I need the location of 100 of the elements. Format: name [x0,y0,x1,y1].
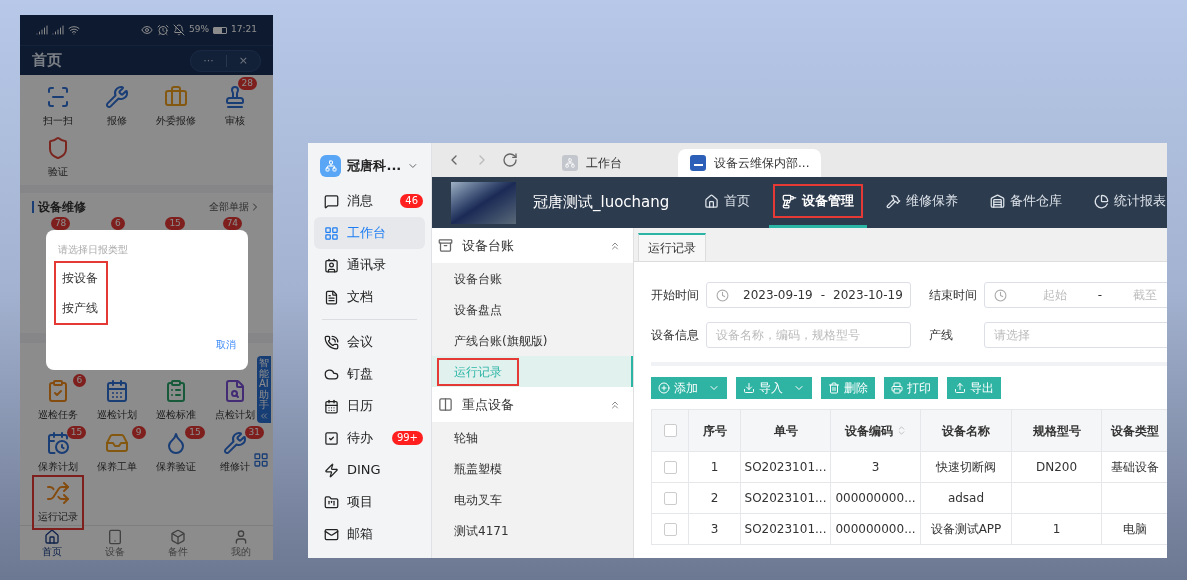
browser-tab[interactable]: 工作台 [550,149,634,177]
count-badge: 9 [131,426,146,439]
action-label: 验证 [47,165,68,179]
column-header[interactable]: 单号 [741,410,831,452]
tile-label: 运行记录 [37,510,78,524]
filter-label: 结束时间 [929,287,978,304]
menu-group-header[interactable]: 重点设备 [432,387,633,422]
menu-item[interactable]: 轮轴 [432,422,633,453]
nav-menu-item[interactable]: 统计报表 [1081,177,1167,228]
browser-tab[interactable]: 设备云维保内部... [678,149,822,177]
shuffle-icon [45,481,70,505]
checkbox[interactable] [663,522,677,536]
archive-icon [438,238,453,253]
tile-label: 点检计划 [215,408,256,422]
rail-item[interactable]: 项目 [314,486,425,518]
mute-icon [173,24,186,36]
tile-label: 巡检任务 [37,408,78,422]
rail-item[interactable]: DING [314,454,425,486]
count-badge: 78 [50,217,71,230]
signal-icon [36,24,48,36]
rail-item[interactable]: 待办 99+ [314,422,425,454]
rail-item[interactable]: 日历 [314,390,425,422]
close-button[interactable]: × [226,55,260,66]
table-cell: 3 [831,452,921,483]
menu-item[interactable]: 测试4171 [432,515,633,546]
dialog-title: 请选择日报类型 [57,243,129,257]
rail-item[interactable]: 消息 46 [314,185,425,217]
panel-icon [438,397,453,412]
lightning-icon [324,462,339,478]
menu-item[interactable]: 设备盘点 [432,294,633,325]
tile-label: 保养工单 [96,460,137,474]
quick-action[interactable]: 报修 [104,85,129,128]
battery-level: 59% [189,23,210,37]
feature-tile[interactable]: 运行记录 [31,475,84,530]
refresh-icon[interactable] [502,152,518,168]
nav-menu-item[interactable]: 备件仓库 [977,177,1076,228]
date-range-field[interactable]: 2023-09-19 - 2023-10-19 [706,282,911,308]
quick-action[interactable]: 外委报修 [156,85,197,128]
org-chart-icon [562,155,578,171]
table-cell: 电脑 [1102,514,1167,545]
date-range-field[interactable]: 起始 - 截至 [984,282,1167,308]
rail-item[interactable]: 通讯录 [314,249,425,281]
page-tab[interactable]: 运行记录 [638,233,706,261]
column-header[interactable]: 序号 [689,410,741,452]
scan-icon [45,85,70,109]
column-header[interactable]: 设备名称 [921,410,1012,452]
rail-item[interactable]: 会议 [314,326,425,358]
section-title: 设备维修 [32,200,86,213]
rail-item[interactable]: 文档 [314,281,425,313]
battery-icon [213,26,228,34]
count-badge: 74 [222,217,243,230]
org-name[interactable]: 冠唐科... [347,156,402,176]
checkbox[interactable] [663,491,677,505]
table-cell: 3 [689,514,741,545]
clock-icon [716,288,729,302]
menu-item[interactable]: 瓶盖塑模 [432,453,633,484]
table-cell: 快速切断阀 [921,452,1012,483]
tile-label: 保养计划 [37,460,78,474]
project-icon [324,494,339,510]
view-all-link[interactable]: 全部单据 [209,199,261,214]
menu-item[interactable]: 电动叉车 [432,484,633,515]
tablet-icon [106,529,123,545]
table-cell: 000000000... [831,514,921,545]
eye-icon [141,24,154,36]
cancel-button[interactable]: 取消 [216,337,236,352]
dialog-option[interactable]: 按产线 [56,293,106,323]
calendar-icon [324,398,339,414]
count-badge: 28 [237,77,257,90]
drill-icon [782,193,798,209]
quick-action[interactable]: 验证 [45,136,70,179]
box-icon [170,529,187,545]
nav-menu-item[interactable]: 首页 [691,177,764,228]
wrench-icon [223,431,248,455]
table-cell: SO2023101... [741,514,831,545]
column-header[interactable]: 规格型号 [1012,410,1102,452]
trash-icon [828,382,840,394]
input-field[interactable]: 设备名称，编码，规格型号 [706,322,911,348]
column-header[interactable]: 设备类型 [1102,410,1167,452]
calendar-clock-icon [45,431,70,455]
alarm-icon [157,24,170,36]
table-cell: SO2023101... [741,483,831,514]
count-badge: 15 [165,217,185,230]
rail-item[interactable]: 钉盘 [314,358,425,390]
grid-icon [324,225,339,241]
pie-chart-icon [1094,193,1110,209]
menu-item[interactable]: 产线台账(旗舰版) [432,325,633,356]
action-label: 外委报修 [156,114,197,128]
menu-item[interactable]: 设备台账 [432,263,633,294]
checkbox[interactable] [663,424,677,437]
quick-action[interactable]: 扫一扫 [42,85,73,128]
nav-menu-item[interactable]: 维修保养 [873,177,972,228]
count-badge: 6 [111,217,125,230]
rail-item[interactable]: 邮箱 [314,518,425,550]
checkbox[interactable] [663,460,677,474]
menu-group-header[interactable]: 设备台账 [432,228,633,263]
download-icon [743,382,755,394]
wrench-icon [104,85,129,109]
dialog-option[interactable]: 按设备 [56,263,106,293]
column-header[interactable]: 设备编码 [831,410,921,452]
table-cell: 1 [1012,514,1102,545]
